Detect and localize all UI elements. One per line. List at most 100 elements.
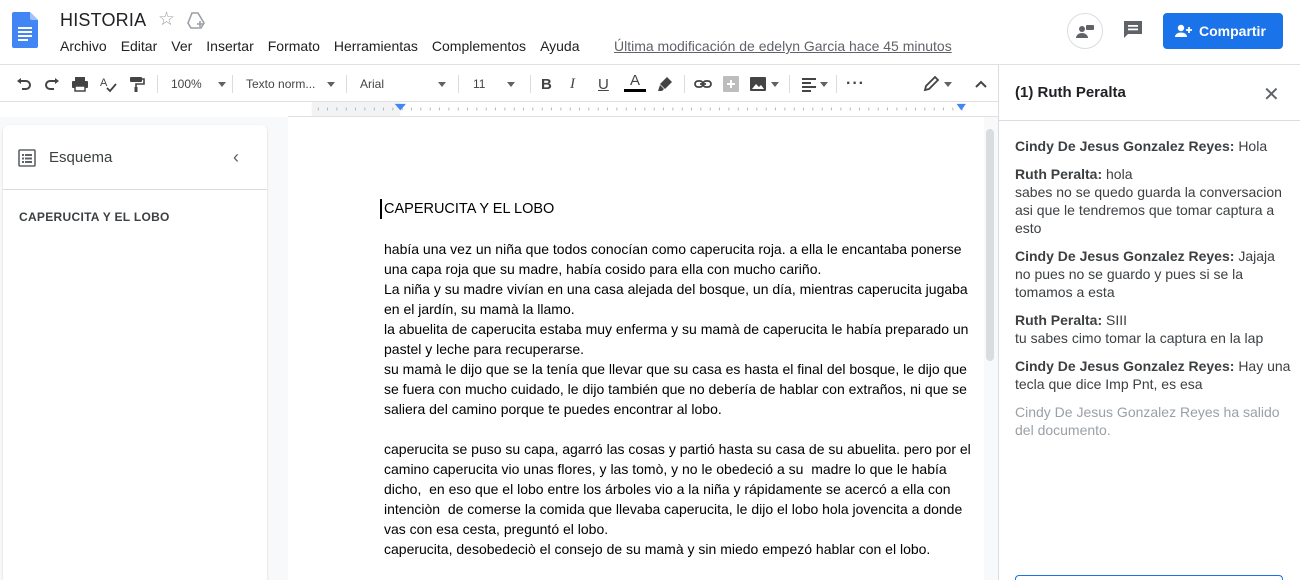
spellcheck-button[interactable]: A — [99, 73, 117, 95]
link-icon — [694, 80, 712, 88]
chat-text: hola — [1106, 166, 1133, 182]
chat-message: Cindy De Jesus Gonzalez Reyes: Hay una t… — [1015, 357, 1291, 393]
chat-message: Cindy De Jesus Gonzalez Reyes: Hola — [1015, 137, 1291, 155]
outline-header: Esquema ‹ — [3, 125, 267, 190]
bold-icon: B — [541, 75, 552, 93]
insert-image-button[interactable] — [749, 73, 779, 95]
doc-paragraph: caperucita, desobedeciò el consejo de su… — [384, 541, 931, 557]
spellcheck-icon: A — [100, 77, 117, 93]
doc-paragraph: su mamà le dijo que se la tenía que llev… — [384, 361, 971, 417]
font-size-select[interactable]: 11 — [473, 73, 516, 95]
underline-button[interactable]: U — [598, 73, 609, 95]
menu-complementos[interactable]: Complementos — [432, 38, 526, 54]
font-select[interactable]: Arial — [360, 73, 447, 95]
chevron-up-icon — [975, 80, 987, 88]
outline-heading-item[interactable]: CAPERUCITA Y EL LOBO — [19, 210, 170, 224]
toolbar-separator — [157, 75, 158, 93]
pencil-icon — [923, 75, 940, 92]
undo-button[interactable] — [15, 73, 33, 95]
menu-herramientas[interactable]: Herramientas — [334, 38, 418, 54]
doc-paragraph: había una vez un niña que todos conocían… — [384, 241, 966, 277]
align-button[interactable] — [800, 73, 828, 95]
more-button[interactable]: ··· — [846, 73, 865, 95]
chat-messages: Cindy De Jesus Gonzalez Reyes: Hola Ruth… — [1015, 137, 1291, 449]
highlight-button[interactable] — [656, 73, 674, 95]
last-edit-link[interactable]: Última modificación de edelyn Garcia hac… — [614, 38, 952, 54]
chat-system-message: Cindy De Jesus Gonzalez Reyes ha salido … — [1015, 404, 1280, 438]
font-value: Arial — [360, 77, 385, 91]
docs-logo-icon[interactable] — [12, 12, 38, 48]
chat-text: no pues no se guardo y pues si se la tom… — [1015, 266, 1244, 300]
move-to-drive-icon[interactable] — [186, 12, 206, 30]
chat-sender: Cindy De Jesus Gonzalez Reyes: — [1015, 138, 1235, 154]
chat-sender: Cindy De Jesus Gonzalez Reyes: — [1015, 248, 1235, 264]
right-indent-marker[interactable] — [956, 103, 966, 111]
chevron-left-icon[interactable]: ‹ — [233, 147, 239, 168]
style-value: Texto norm... — [246, 77, 316, 91]
hide-menus-button[interactable] — [973, 73, 989, 95]
text-color-icon: A — [629, 72, 640, 89]
document-scrollbar[interactable] — [986, 129, 994, 361]
style-select[interactable]: Texto norm... — [246, 73, 336, 95]
menu-ayuda[interactable]: Ayuda — [540, 38, 579, 54]
share-button-label: Compartir — [1199, 23, 1266, 39]
bold-button[interactable]: B — [541, 73, 552, 95]
toolbar-separator — [458, 75, 459, 93]
document-canvas: CAPERUCITA Y EL LOBO había una vez un ni… — [288, 117, 998, 580]
zoom-value: 100% — [171, 77, 202, 91]
chat-panel: (1) Ruth Peralta ✕ Cindy De Jesus Gonzal… — [998, 64, 1300, 580]
paint-format-icon — [130, 77, 145, 92]
chat-text: sabes no se quedo guarda la conversacion — [1015, 184, 1282, 200]
chat-title: (1) Ruth Peralta — [1015, 84, 1126, 101]
doc-paragraph: la abuelita de caperucita estaba muy enf… — [384, 321, 973, 357]
menu-editar[interactable]: Editar — [121, 38, 158, 54]
print-button[interactable] — [71, 73, 89, 95]
toolbar-separator — [346, 75, 347, 93]
doc-paragraph: caperucita se puso su capa, agarró las c… — [384, 441, 975, 537]
menu-insertar[interactable]: Insertar — [206, 38, 253, 54]
doc-paragraph: La niña y su madre vivían en una casa al… — [384, 281, 972, 317]
chat-text: tu sabes cimo tomar la captura en la lap — [1015, 330, 1264, 346]
document-title[interactable]: HISTORIA — [60, 10, 146, 31]
person-add-icon — [1175, 24, 1192, 37]
document-page[interactable]: CAPERUCITA Y EL LOBO había una vez un ni… — [288, 117, 984, 580]
chat-sender: Ruth Peralta: — [1015, 312, 1103, 328]
image-icon — [750, 77, 766, 91]
chat-sender: Ruth Peralta: — [1015, 166, 1103, 182]
editing-mode-button[interactable] — [922, 73, 952, 95]
close-icon[interactable]: ✕ — [1263, 82, 1280, 107]
share-button[interactable]: Compartir — [1163, 13, 1283, 49]
app-header: HISTORIA ☆ Archivo Editar Ver Insertar F… — [0, 0, 1300, 64]
meet-button[interactable] — [1067, 13, 1103, 49]
redo-button[interactable] — [43, 73, 61, 95]
chat-input[interactable] — [1015, 575, 1283, 580]
add-comment-icon — [723, 76, 739, 92]
paint-format-button[interactable] — [127, 73, 145, 95]
toolbar-separator — [789, 75, 790, 93]
menu-ver[interactable]: Ver — [171, 38, 192, 54]
undo-icon — [17, 78, 31, 90]
chat-message: Ruth Peralta: SIII tu sabes cimo tomar l… — [1015, 311, 1291, 347]
menu-formato[interactable]: Formato — [268, 38, 320, 54]
align-left-icon — [802, 78, 816, 92]
italic-icon: I — [570, 75, 575, 92]
italic-button[interactable]: I — [570, 73, 575, 95]
text-color-button[interactable]: A — [624, 73, 646, 95]
insert-comment-button[interactable] — [722, 73, 740, 95]
comment-history-icon[interactable] — [1121, 18, 1145, 42]
font-size-value: 11 — [473, 77, 486, 91]
toolbar-separator — [684, 75, 685, 93]
menu-archivo[interactable]: Archivo — [60, 38, 107, 54]
zoom-select[interactable]: 100% — [171, 73, 226, 95]
document-body[interactable]: CAPERUCITA Y EL LOBO había una vez un ni… — [380, 199, 984, 559]
chat-sender: Cindy De Jesus Gonzalez Reyes: — [1015, 358, 1235, 374]
formatting-toolbar: A 100% Texto norm... Arial 11 B I U A ··… — [0, 64, 998, 102]
doc-empty-line — [384, 419, 984, 439]
svg-text:A: A — [100, 77, 108, 89]
insert-link-button[interactable] — [694, 73, 712, 95]
outline-card: Esquema ‹ CAPERUCITA Y EL LOBO — [3, 125, 267, 580]
present-to-meeting-icon — [1076, 25, 1094, 38]
horizontal-ruler[interactable] — [288, 102, 998, 117]
chat-text: SIII — [1106, 312, 1128, 328]
star-icon[interactable]: ☆ — [158, 10, 175, 30]
